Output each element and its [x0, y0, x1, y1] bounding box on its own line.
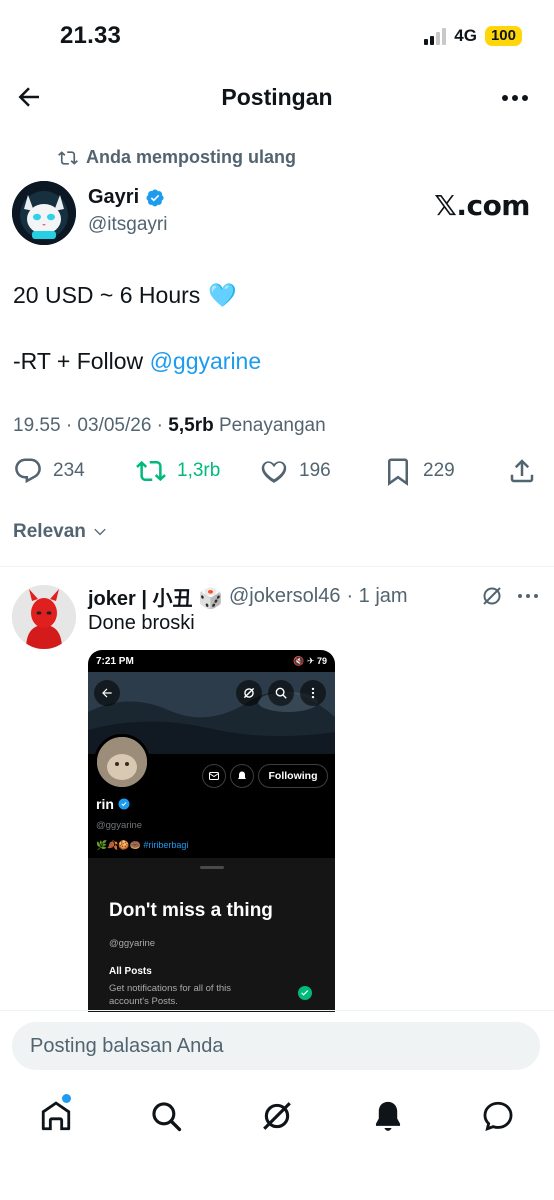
mention-link[interactable]: @ggyarine	[150, 348, 262, 374]
bookmark-icon	[383, 456, 413, 486]
nav-search[interactable]	[148, 1092, 184, 1140]
embedded-more-icon	[300, 680, 326, 706]
share-button[interactable]	[507, 456, 537, 486]
repost-icon	[135, 456, 167, 486]
avatar[interactable]	[12, 181, 76, 245]
status-indicators: 4G 100	[424, 26, 522, 46]
battery-badge: 100	[484, 26, 522, 46]
embedded-profile-handle: @ggyarine	[96, 820, 143, 831]
home-icon	[39, 1099, 73, 1133]
verified-icon	[145, 188, 165, 208]
bookmark-count: 229	[423, 460, 455, 481]
view-label: Penayangan	[213, 415, 326, 436]
reply-count: 234	[53, 460, 85, 481]
embedded-profile-name-row: rin	[96, 796, 130, 812]
embedded-status-right: 🔇 ✈ 79	[293, 656, 327, 666]
signal-icon	[424, 27, 447, 45]
bell-icon	[371, 1099, 405, 1133]
post-text-line2: -RT + Follow @ggyarine	[13, 348, 261, 375]
search-icon	[149, 1099, 183, 1133]
embedded-verified-icon	[118, 798, 130, 810]
network-label: 4G	[454, 26, 477, 45]
repost-note-label: Anda memposting ulang	[86, 147, 297, 167]
reply-author-handle[interactable]: @jokersol46	[229, 585, 340, 608]
view-count: 5,5rb	[168, 415, 214, 436]
sheet-handle: @ggyarine	[109, 938, 156, 949]
reply-avatar[interactable]	[12, 585, 76, 649]
status-time: 21.33	[60, 22, 122, 49]
repost-button[interactable]: 1,3rb	[135, 456, 220, 486]
post-timestamp: 19.55 · 03/05/26 ·	[13, 415, 169, 436]
grok-icon	[260, 1099, 294, 1133]
embedded-sheet: Don't miss a thing @ggyarine All Posts G…	[88, 858, 335, 1012]
nav-notifications[interactable]	[370, 1092, 406, 1140]
sort-dropdown[interactable]: Relevan	[13, 521, 108, 543]
reply-input[interactable]: Posting balasan Anda	[12, 1022, 540, 1070]
like-icon	[259, 456, 289, 486]
chevron-down-icon	[92, 524, 108, 540]
reply-text: Done broski	[88, 612, 195, 634]
reply-button[interactable]: 234	[13, 456, 85, 486]
author-name-row[interactable]: Gayri	[88, 186, 165, 209]
embedded-profile-avatar	[94, 734, 150, 790]
messages-icon	[481, 1099, 515, 1133]
repost-icon	[58, 148, 78, 168]
reply-header: joker | 小丑 🎲 @jokersol46 · 1 jam	[88, 582, 408, 611]
action-bar: 234 1,3rb 196 229	[0, 456, 554, 496]
embedded-grok-icon	[236, 680, 262, 706]
embedded-following-button: Following	[258, 764, 328, 788]
post-line1-emoji: 🩵	[208, 282, 237, 308]
nav-grok[interactable]	[259, 1092, 295, 1140]
check-icon	[298, 986, 312, 1000]
sheet-option-desc: Get notifications for all of this accoun…	[109, 983, 231, 1007]
composer-divider	[0, 1010, 554, 1011]
bookmark-button[interactable]: 229	[383, 456, 455, 486]
divider	[0, 566, 554, 567]
author-name[interactable]: Gayri	[88, 186, 139, 209]
embedded-profile-bio: 🌿🍂🍪🍩 #ririberbagi	[96, 840, 189, 850]
reply-time: · 1 jam	[346, 585, 408, 607]
bottom-nav	[0, 1092, 554, 1140]
nav-messages[interactable]	[480, 1092, 516, 1140]
embedded-profile-name: rin	[96, 796, 114, 812]
repost-note: Anda memposting ulang	[58, 147, 296, 168]
post-line2-prefix: -RT + Follow	[13, 348, 150, 374]
like-count: 196	[299, 460, 331, 481]
reply-author-name[interactable]: joker | 小丑 🎲	[88, 582, 223, 611]
share-icon	[507, 456, 537, 486]
sort-label: Relevan	[13, 521, 86, 542]
embedded-back-icon	[94, 680, 120, 706]
home-notification-dot	[62, 1094, 71, 1103]
reply-icon	[13, 456, 43, 486]
sheet-option-title: All Posts	[109, 966, 152, 977]
embedded-bell-icon	[230, 764, 254, 788]
post-line1-text: 20 USD ~ 6 Hours	[13, 282, 201, 308]
post-meta: 19.55 · 03/05/26 · 5,5rb Penayangan	[13, 415, 326, 437]
sheet-title: Don't miss a thing	[109, 900, 273, 921]
reply-attached-image[interactable]: 7:21 PM 🔇 ✈ 79 Following rin @ggyarine 🌿…	[88, 650, 335, 1012]
repost-count: 1,3rb	[177, 460, 221, 481]
author-handle[interactable]: @itsgayri	[88, 214, 167, 236]
page-title: Postingan	[221, 84, 333, 110]
source-badge: 𝕏.com	[434, 189, 530, 222]
reply-more-icon[interactable]	[516, 590, 540, 602]
sheet-grip	[200, 866, 224, 869]
embedded-mail-icon	[202, 764, 226, 788]
grok-icon[interactable]	[480, 584, 504, 608]
post-text-line1: 20 USD ~ 6 Hours 🩵	[13, 282, 237, 309]
more-icon[interactable]	[500, 88, 530, 108]
embedded-search-icon	[268, 680, 294, 706]
like-button[interactable]: 196	[259, 456, 331, 486]
embedded-status-time: 7:21 PM	[96, 656, 134, 667]
